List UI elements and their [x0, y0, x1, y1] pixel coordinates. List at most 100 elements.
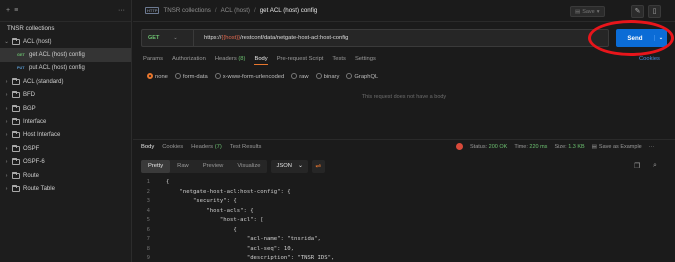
status-info[interactable]: Status: 200 OK	[470, 144, 507, 150]
code-line: 9 "description": "TNSR IDS",	[133, 254, 675, 262]
chevron-right-icon[interactable]: ›	[4, 159, 9, 165]
more-options-icon[interactable]: ···	[118, 7, 125, 14]
code-line: 8 "acl-seq": 10,	[133, 245, 675, 255]
view-pretty[interactable]: Pretty	[141, 160, 171, 173]
folder-icon	[12, 37, 20, 45]
body-option-urlencoded[interactable]: x-www-form-urlencoded	[214, 73, 284, 80]
chevron-right-icon[interactable]: ›	[4, 92, 9, 98]
code-line: 4 "host-acls": {	[133, 207, 675, 217]
cookies-link[interactable]: Cookies	[639, 56, 660, 62]
size-value: 1.3 KB	[568, 143, 585, 150]
chevron-right-icon[interactable]: ›	[4, 79, 9, 85]
size-info[interactable]: Size: 1.3 KB	[554, 144, 584, 150]
more-options-icon[interactable]: ···	[649, 144, 655, 150]
request-name[interactable]: get ACL (host) config	[260, 7, 318, 14]
code-line: 6 {	[133, 226, 675, 236]
sidebar-item-label: ACL (standard)	[23, 78, 64, 85]
chevron-down-icon[interactable]: ⌄	[654, 35, 667, 41]
chevron-right-icon[interactable]: ›	[4, 119, 9, 125]
save-as-example-button[interactable]: ▤ Save as Example	[592, 144, 642, 150]
code-line: 2 "netgate-host-acl:host-config": {	[133, 188, 675, 198]
view-preview[interactable]: Preview	[195, 160, 231, 173]
response-headers-count: (7)	[214, 144, 222, 150]
line-number: 5	[146, 217, 150, 223]
line-number: 7	[146, 236, 150, 242]
sidebar-folder[interactable]: › Route Table	[0, 182, 131, 195]
search-icon[interactable]: ⌕	[653, 162, 657, 170]
body-option-form-data[interactable]: form-data	[174, 73, 208, 80]
view-raw[interactable]: Raw	[170, 160, 196, 173]
body-option-graphql[interactable]: GraphQL	[346, 73, 378, 80]
wrap-lines-icon[interactable]: ⇌	[311, 160, 325, 173]
response-body-code[interactable]: 1{2 "netgate-host-acl:host-config": {3 "…	[133, 178, 675, 262]
save-button[interactable]: ▤ Save ▾	[570, 6, 605, 17]
chevron-down-icon[interactable]: ⌄	[4, 39, 9, 45]
code-text: "host-acl": [	[166, 217, 264, 223]
response-meta: Status: 200 OK Time: 220 ms Size: 1.3 KB…	[456, 143, 654, 150]
sidebar-item-label: ACL (host)	[23, 38, 52, 45]
edit-button[interactable]: ✎	[631, 5, 644, 18]
url-input[interactable]: https:// {{host}} /restconf/data/netgate…	[193, 29, 609, 47]
sidebar-folder[interactable]: › BFD	[0, 89, 131, 102]
tab-authorization[interactable]: Authorization	[172, 56, 206, 65]
breadcrumb-folder[interactable]: ACL (host)	[221, 7, 250, 14]
sidebar-folder[interactable]: › Route	[0, 169, 131, 182]
folder-icon	[12, 91, 20, 99]
time-info[interactable]: Time: 220 ms	[514, 144, 547, 150]
breadcrumb-collection[interactable]: TNSR collections	[163, 7, 210, 14]
sidebar-folder[interactable]: › BGP	[0, 102, 131, 115]
body-option-label: none	[155, 74, 168, 80]
tab-body[interactable]: Body	[254, 56, 268, 65]
tab-params[interactable]: Params	[143, 56, 163, 65]
http-icon: HTTP	[145, 7, 160, 14]
sidebar-folder[interactable]: ⌄ ACL (host)	[0, 35, 131, 48]
collection-title[interactable]: TNSR collections	[0, 22, 131, 35]
filter-icon[interactable]: ≡	[14, 7, 18, 14]
method-select[interactable]: GET ⌄	[141, 29, 193, 47]
documentation-button[interactable]: ▯	[648, 5, 661, 18]
radio	[214, 73, 221, 79]
panel-divider[interactable]	[133, 139, 675, 140]
body-option-none[interactable]: none	[147, 73, 168, 80]
globe-icon[interactable]	[456, 143, 463, 150]
copy-icon[interactable]: ❐	[634, 162, 640, 170]
plus-icon[interactable]: +	[6, 7, 10, 14]
tab-response-body[interactable]: Body	[141, 144, 154, 150]
tab-settings[interactable]: Settings	[355, 56, 376, 65]
sidebar-request[interactable]: GET get ACL (host) config	[0, 48, 131, 62]
sidebar-folder[interactable]: › OSPF	[0, 142, 131, 155]
url-variable: {{host}}	[221, 35, 241, 41]
sidebar-folder[interactable]: › ACL (standard)	[0, 75, 131, 88]
line-number: 8	[146, 245, 150, 252]
empty-body-message: This request does not have a body	[361, 94, 447, 100]
view-visualize[interactable]: Visualize	[230, 160, 268, 173]
sidebar-folder[interactable]: › Interface	[0, 115, 131, 128]
tab-headers[interactable]: Headers (8)	[215, 56, 246, 65]
tab-response-cookies[interactable]: Cookies	[162, 144, 183, 150]
chevron-right-icon[interactable]: ›	[4, 106, 9, 112]
tab-response-headers[interactable]: Headers (7)	[191, 144, 222, 150]
sidebar: + ≡ ··· TNSR collections ⌄ ACL (host) GET g…	[0, 0, 132, 262]
chevron-right-icon[interactable]: ›	[4, 132, 9, 138]
sidebar-folder[interactable]: › OSPF-6	[0, 156, 131, 169]
send-button[interactable]: Send ⌄	[616, 29, 667, 47]
sidebar-folder[interactable]: › Host Interface	[0, 129, 131, 142]
format-select[interactable]: JSON ⌄	[271, 160, 308, 173]
tab-tests[interactable]: Tests	[332, 56, 346, 65]
code-line: 3 "security": {	[133, 197, 675, 207]
tab-test-results[interactable]: Test Results	[230, 144, 262, 150]
chevron-right-icon[interactable]: ›	[4, 146, 9, 152]
code-text: {	[166, 226, 237, 233]
code-line: 7 "acl-name": "tnsrida",	[133, 235, 675, 245]
body-option-binary[interactable]: binary	[315, 73, 339, 80]
chevron-right-icon[interactable]: ›	[4, 186, 9, 192]
time-label: Time:	[514, 143, 528, 150]
radio-selected	[147, 73, 153, 79]
request-tabs: Params Authorization Headers (8) Body Pr…	[143, 56, 376, 65]
body-option-raw[interactable]: raw	[291, 73, 309, 80]
tab-pre-request-script[interactable]: Pre-request Script	[277, 56, 324, 65]
chevron-right-icon[interactable]: ›	[4, 173, 9, 179]
sidebar-request[interactable]: PUT put ACL (host) config	[0, 62, 131, 75]
line-number: 2	[146, 188, 150, 195]
code-text: "netgate-host-acl:host-config": {	[166, 188, 291, 195]
